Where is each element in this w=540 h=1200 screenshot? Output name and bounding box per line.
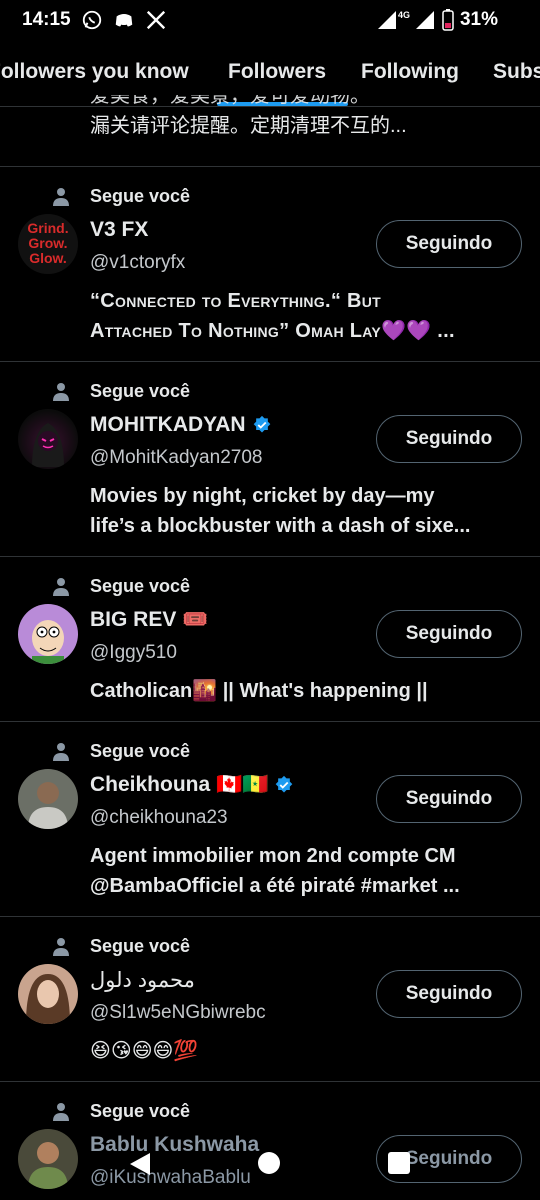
- tab-following[interactable]: Following: [361, 60, 459, 84]
- bio-line: Movies by night, cricket by day—my: [90, 485, 435, 507]
- person-icon: [53, 937, 69, 956]
- bio-line: 漏关请评论提醒。定期清理不互的...: [90, 115, 407, 137]
- display-name[interactable]: MOHITKADYAN: [90, 413, 272, 437]
- previous-user-bio: 爱美食，爱美景，爱可爱动物。 漏关请评论提醒。定期清理不互的...: [90, 95, 520, 157]
- display-name[interactable]: Cheikhouna 🇨🇦🇸🇳: [90, 773, 294, 797]
- follows-you-label: Segue você: [90, 741, 191, 761]
- tab-subscriptions[interactable]: Subs: [493, 60, 540, 84]
- follows-you-indicator: Segue você: [52, 741, 190, 762]
- avatar[interactable]: [18, 769, 78, 829]
- user-bio: Agent immobilier mon 2nd compte CM @Bamb…: [90, 841, 518, 901]
- user-bio: “Connected to Everything.“ But Attached …: [90, 286, 518, 346]
- cartoon-avatar-icon: [32, 620, 64, 664]
- avatar[interactable]: [18, 409, 78, 469]
- person-photo-icon: [28, 782, 68, 829]
- bio-line: @BambaOfficiel a été piraté #market ...: [90, 875, 460, 897]
- follows-you-label: Segue você: [90, 381, 191, 401]
- display-name-text: MOHITKADYAN: [90, 413, 246, 436]
- user-row[interactable]: Segue você محمود دلول @Sl1w5eNGbiwrebc S…: [0, 916, 540, 1081]
- follows-you-indicator: Segue você: [52, 381, 190, 402]
- following-button[interactable]: Seguindo: [376, 775, 522, 823]
- follows-you-label: Segue você: [90, 936, 191, 956]
- recent-apps-icon[interactable]: [388, 1152, 410, 1174]
- user-handle: @Sl1w5eNGbiwrebc: [90, 1002, 266, 1023]
- user-row[interactable]: Segue você BIG REV 🎟️ @Iggy510 Seguindo …: [0, 556, 540, 721]
- person-icon: [53, 577, 69, 596]
- follows-you-indicator: Segue você: [52, 186, 190, 207]
- whatsapp-icon: [82, 10, 101, 30]
- bio-line: life’s a blockbuster with a dash of sixe…: [90, 515, 471, 537]
- bio-line: 爱美食，爱美景，爱可爱动物。: [90, 95, 370, 107]
- user-handle: @MohitKadyan2708: [90, 447, 263, 468]
- user-bio: 😆😘😄😄💯: [90, 1036, 518, 1066]
- following-button[interactable]: Seguindo: [376, 415, 522, 463]
- follows-you-indicator: Segue você: [52, 936, 190, 957]
- system-nav-bar: [0, 1130, 540, 1200]
- home-icon[interactable]: [258, 1152, 280, 1174]
- follows-you-label: Segue você: [90, 186, 191, 206]
- bio-line: 😆😘😄😄💯: [90, 1040, 199, 1062]
- avatar[interactable]: Grind. Grow. Glow.: [18, 214, 78, 274]
- avatar[interactable]: [18, 964, 78, 1024]
- follows-you-indicator: Segue você: [52, 1101, 190, 1122]
- discord-icon: [115, 14, 132, 27]
- battery-icon: [442, 9, 454, 31]
- display-name[interactable]: محمود دلول: [90, 968, 195, 993]
- tab-followers-you-know[interactable]: Followers you know: [0, 60, 189, 84]
- hooded-figure-icon: [32, 423, 64, 467]
- display-name-text: V3 FX: [90, 218, 149, 241]
- person-icon: [53, 187, 69, 206]
- signal-icon-2: [415, 11, 434, 29]
- status-bar: 14:15 4G 31%: [0, 0, 540, 42]
- user-bio: Catholican🌇 || What's happening ||: [90, 676, 518, 706]
- verified-badge-icon: [275, 775, 293, 793]
- screen: 14:15 4G 31% Followers you know Follower…: [0, 0, 540, 1200]
- display-name-text: محمود دلول: [90, 969, 195, 992]
- avatar-logo-text: Grind. Grow. Glow.: [27, 220, 69, 266]
- display-name-text: Cheikhouna 🇨🇦🇸🇳: [90, 773, 269, 796]
- bio-line: Agent immobilier mon 2nd compte CM: [90, 845, 456, 867]
- battery-level: 31%: [459, 9, 498, 30]
- following-button[interactable]: Seguindo: [376, 220, 522, 268]
- bio-line: Catholican🌇 || What's happening ||: [90, 680, 428, 702]
- follows-you-label: Segue você: [90, 1101, 191, 1121]
- person-icon: [53, 1102, 69, 1121]
- user-row[interactable]: Segue você Grind. Grow. Glow. V3 FX @v1c…: [0, 166, 540, 361]
- status-right: 4G 31%: [377, 9, 498, 31]
- network-type: 4G: [397, 10, 410, 20]
- person-photo-icon: [26, 974, 70, 1024]
- user-handle: @cheikhouna23: [90, 807, 228, 828]
- user-handle: @v1ctoryfx: [90, 252, 186, 273]
- bio-line: “Connected to Everything.“ But: [90, 290, 382, 312]
- status-time: 14:15: [22, 9, 71, 30]
- x-icon: [146, 10, 165, 30]
- user-row[interactable]: Segue você Cheikhouna 🇨🇦🇸🇳 @cheikhouna23…: [0, 721, 540, 916]
- back-icon[interactable]: [128, 1151, 152, 1177]
- avatar[interactable]: [18, 604, 78, 664]
- signal-icon: [377, 11, 396, 29]
- user-bio: Movies by night, cricket by day—my life’…: [90, 481, 518, 541]
- following-button[interactable]: Seguindo: [376, 970, 522, 1018]
- user-handle: @Iggy510: [90, 642, 177, 663]
- display-name-text: BIG REV 🎟️: [90, 608, 209, 631]
- display-name[interactable]: V3 FX: [90, 218, 148, 242]
- follows-you-label: Segue você: [90, 576, 191, 596]
- person-icon: [53, 742, 69, 761]
- display-name[interactable]: BIG REV 🎟️: [90, 608, 208, 632]
- bio-line: Attached To Nothing” Omah Lay💜💜 ...: [90, 320, 455, 342]
- status-left: 14:15: [22, 9, 167, 31]
- following-button[interactable]: Seguindo: [376, 610, 522, 658]
- tab-followers[interactable]: Followers: [228, 60, 326, 84]
- person-icon: [53, 382, 69, 401]
- follows-you-indicator: Segue você: [52, 576, 190, 597]
- verified-badge-icon: [253, 415, 270, 433]
- user-row[interactable]: Segue você MOHITKADYAN @MohitKadyan2708 …: [0, 361, 540, 556]
